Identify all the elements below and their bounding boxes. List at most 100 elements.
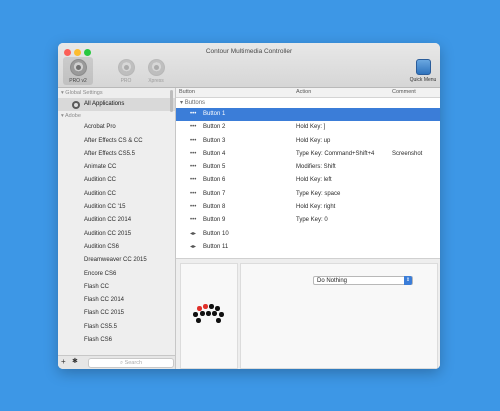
sidebar-item-app[interactable]: Animate CC: [58, 161, 175, 174]
sidebar-item-app[interactable]: After Effects CS5.5: [58, 148, 175, 161]
app-window: Contour Multimedia Controller PRO v2 PRO…: [58, 43, 440, 369]
column-header-button[interactable]: Button: [179, 88, 195, 97]
device-tab-pro[interactable]: PRO: [111, 57, 141, 85]
search-input[interactable]: ⌕ Search: [88, 358, 174, 368]
button-dots-icon: •••: [190, 217, 197, 224]
action-settings: Do Nothing ⇕: [240, 263, 438, 369]
sidebar-item-app[interactable]: Dreamweaver CC 2015: [58, 254, 175, 267]
table-row[interactable]: ••• Button 9 Type Key: 0: [176, 214, 440, 227]
device-button-10-dot[interactable]: [196, 318, 201, 323]
button-arrows-icon: ◂▸: [190, 230, 197, 237]
button-dots-icon: •••: [190, 190, 197, 197]
device-button-11-dot[interactable]: [216, 318, 221, 323]
sidebar-item-label: All Applications: [84, 101, 125, 107]
button-detail-pane: Do Nothing ⇕: [176, 258, 440, 369]
table-row[interactable]: ◂▸ Button 11: [176, 241, 440, 254]
table-row[interactable]: ••• Button 1: [176, 108, 440, 122]
button-dots-icon: •••: [190, 204, 197, 211]
sidebar-item-app[interactable]: Flash CC: [58, 281, 175, 294]
device-button-9-dot[interactable]: [219, 312, 224, 317]
device-button-8-dot[interactable]: [212, 311, 217, 316]
sidebar-item-app[interactable]: Flash CC 2014: [58, 294, 175, 307]
row-button-name: Button 1: [203, 111, 226, 117]
device-button-7-dot[interactable]: [206, 311, 211, 316]
device-diagram: [180, 263, 238, 369]
button-table: ▾ Buttons ••• Button 1 ••• Button 2 Hold…: [176, 98, 440, 254]
table-row[interactable]: ◂▸ Button 10: [176, 228, 440, 241]
toolbar: Contour Multimedia Controller PRO v2 PRO…: [58, 43, 440, 88]
sidebar-group-global-settings[interactable]: ▾ Global Settings: [58, 88, 175, 98]
device-tab-pro-v2[interactable]: PRO v2: [63, 57, 93, 85]
device-button-5-dot[interactable]: [193, 312, 198, 317]
table-row[interactable]: ••• Button 2 Hold Key: ]: [176, 121, 440, 134]
sidebar-item-app[interactable]: Flash CS5.5: [58, 321, 175, 334]
row-button-name: Button 4: [203, 150, 226, 157]
button-dots-icon: •••: [190, 177, 197, 184]
row-button-name: Button 10: [203, 230, 229, 237]
row-button-name: Button 3: [203, 137, 226, 144]
row-button-name: Button 7: [203, 190, 226, 197]
button-dots-icon: •••: [190, 150, 197, 157]
shuttle-pro-icon: [117, 59, 135, 76]
table-row[interactable]: ••• Button 5 Modifiers: Shift: [176, 161, 440, 174]
sidebar-item-app[interactable]: Encore CS6: [58, 268, 175, 281]
device-button-1-dot[interactable]: [197, 306, 202, 311]
sidebar-item-app[interactable]: Audition CS6: [58, 241, 175, 254]
shuttle-xpress-icon: [147, 59, 165, 76]
add-application-button[interactable]: +: [61, 357, 66, 367]
row-button-name: Button 5: [203, 164, 226, 171]
table-group-buttons[interactable]: ▾ Buttons: [176, 98, 440, 108]
table-row[interactable]: ••• Button 4 Type Key: Command+Shift+4 S…: [176, 148, 440, 161]
row-action: Type Key: space: [296, 190, 341, 197]
sidebar-group-label: Global Settings: [65, 90, 103, 96]
sidebar-item-app[interactable]: Flash CS6: [58, 334, 175, 347]
sidebar-item-app[interactable]: Audition CC 2015: [58, 228, 175, 241]
row-action: Hold Key: right: [296, 204, 336, 211]
application-sidebar: ▾ Global Settings All Applications ▾ Ado…: [58, 88, 176, 369]
button-dots-icon: •••: [190, 111, 197, 117]
device-button-2-dot[interactable]: [203, 304, 208, 309]
sidebar-group-adobe[interactable]: ▾ Adobe: [58, 111, 175, 121]
row-action: Hold Key: ]: [296, 124, 326, 131]
device-tab-xpress[interactable]: Xpress: [141, 57, 171, 85]
action-select[interactable]: Do Nothing ⇕: [313, 276, 413, 285]
button-dots-icon: •••: [190, 164, 197, 171]
sidebar-item-app[interactable]: Flash CC 2015: [58, 307, 175, 320]
column-header-comment[interactable]: Comment: [392, 88, 416, 97]
button-dots-icon: •••: [190, 124, 197, 131]
table-row[interactable]: ••• Button 6 Hold Key: left: [176, 174, 440, 187]
sidebar-item-app[interactable]: Audition CC: [58, 188, 175, 201]
all-applications-icon: [72, 100, 80, 109]
sidebar-item-app[interactable]: Audition CC 2014: [58, 214, 175, 227]
sidebar-item-app[interactable]: Acrobat Pro: [58, 121, 175, 134]
sidebar-scrollbar[interactable]: [170, 90, 173, 112]
device-tab-label: Xpress: [148, 78, 164, 84]
quick-menu-button[interactable]: Quick Menu: [408, 57, 438, 83]
column-header-action[interactable]: Action: [296, 88, 311, 97]
table-row[interactable]: ••• Button 3 Hold Key: up: [176, 135, 440, 148]
row-button-name: Button 2: [203, 124, 226, 131]
device-button-6-dot[interactable]: [200, 311, 205, 316]
application-list: ▾ Global Settings All Applications ▾ Ado…: [58, 88, 175, 356]
row-action: Hold Key: left: [296, 177, 332, 184]
button-arrows-icon: ◂▸: [190, 243, 197, 250]
table-header: Button Action Comment: [176, 88, 440, 98]
table-row[interactable]: ••• Button 7 Type Key: space: [176, 188, 440, 201]
device-button-4-dot[interactable]: [215, 306, 220, 311]
row-action: Type Key: 0: [296, 217, 328, 224]
sidebar-item-all-applications[interactable]: All Applications: [58, 98, 175, 112]
device-button-3-dot[interactable]: [209, 304, 214, 309]
sidebar-item-app[interactable]: After Effects CS & CC: [58, 135, 175, 148]
quick-menu-label: Quick Menu: [409, 77, 437, 83]
window-title: Contour Multimedia Controller: [205, 48, 293, 55]
sidebar-item-app[interactable]: Audition CC: [58, 174, 175, 187]
shuttle-pro-v2-icon: [69, 59, 87, 76]
row-action: Type Key: Command+Shift+4: [296, 150, 375, 157]
table-row[interactable]: ••• Button 8 Hold Key: right: [176, 201, 440, 214]
chevron-updown-icon: ⇕: [404, 276, 412, 285]
sidebar-item-app[interactable]: Audition CC '15: [58, 201, 175, 214]
device-tab-label: PRO: [120, 78, 132, 84]
button-dots-icon: •••: [190, 137, 197, 144]
gear-icon[interactable]: ✱: [72, 357, 78, 367]
row-action: Hold Key: up: [296, 137, 331, 144]
